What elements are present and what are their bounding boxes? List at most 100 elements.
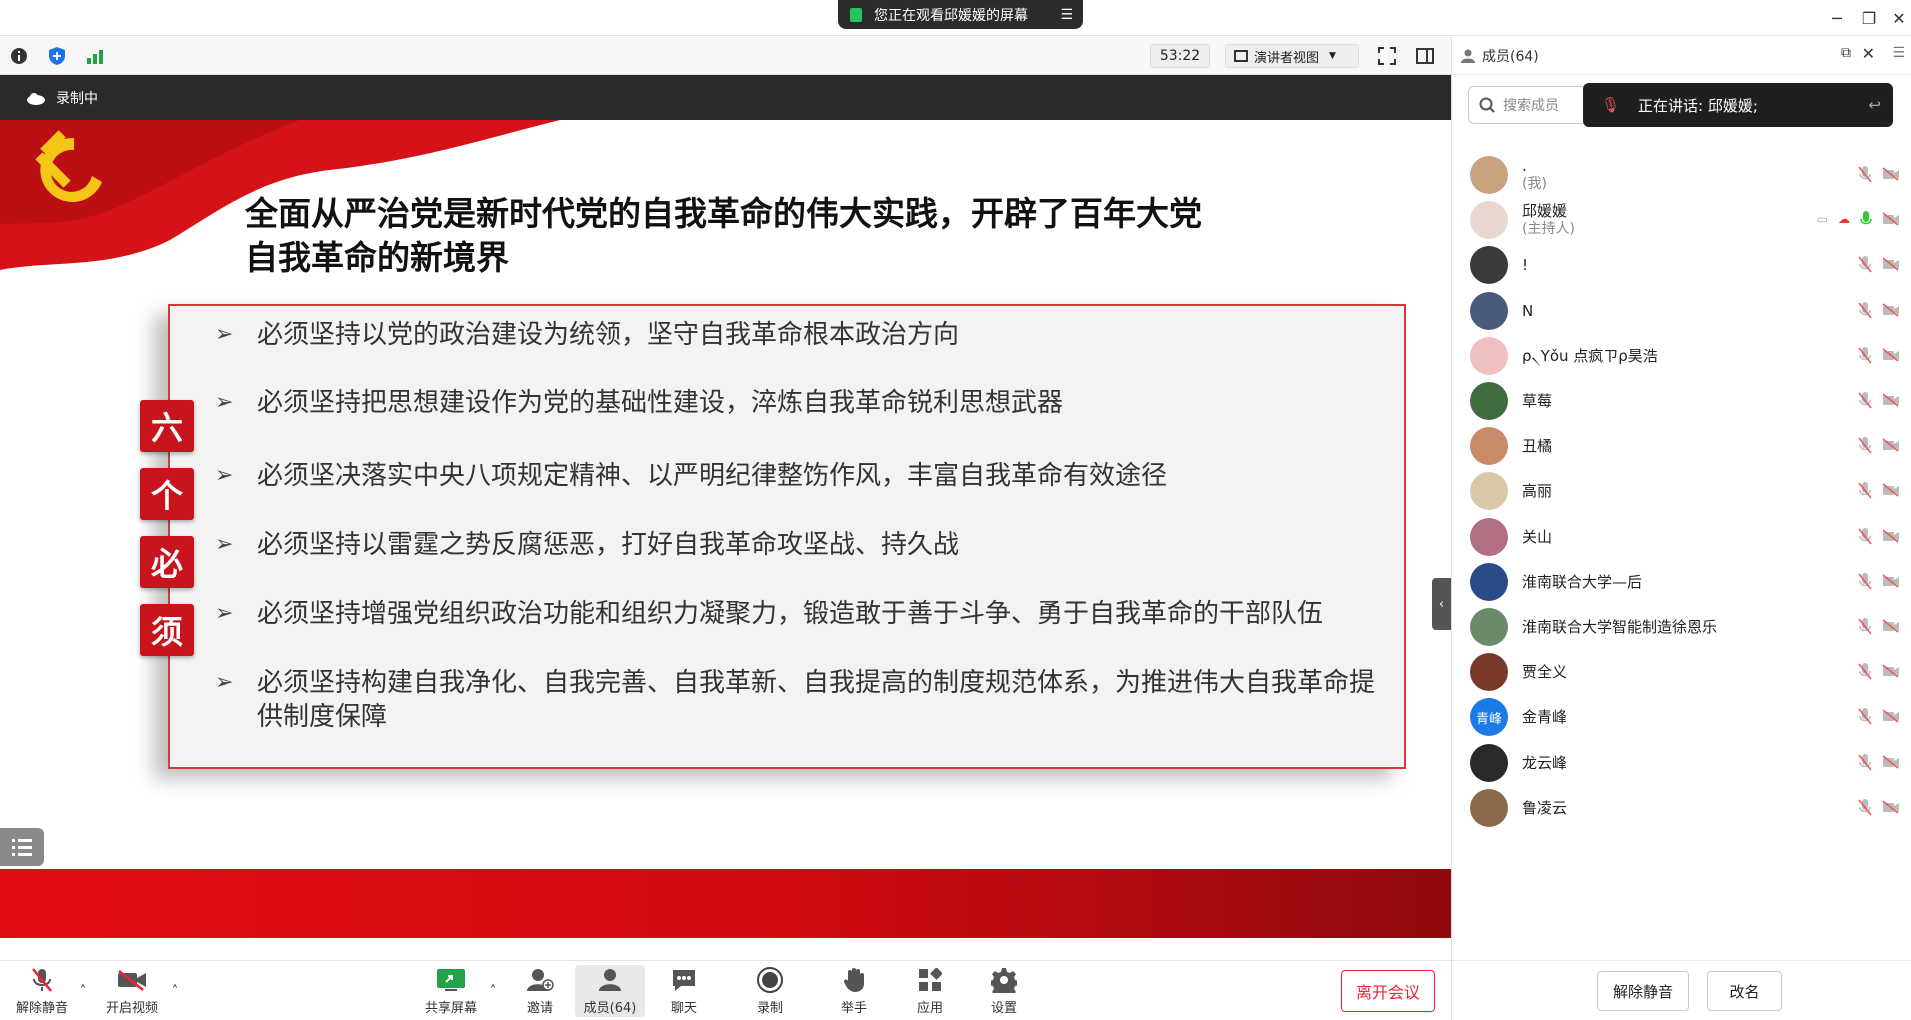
minimize-icon[interactable]: ─	[1825, 6, 1849, 30]
presentation-slide: 全面从严治党是新时代党的自我革命的伟大实践，开辟了百年大党 自我革命的新境界 六…	[0, 120, 1451, 965]
chat-button[interactable]: 聊天	[660, 965, 708, 1017]
mic-muted-icon[interactable]	[1858, 662, 1872, 680]
title-bar: 您正在观看邱媛媛的屏幕 ☰ ─ ❐ ✕	[0, 0, 1911, 36]
camera-off-icon[interactable]	[1882, 348, 1900, 362]
camera-off-icon[interactable]	[1882, 574, 1900, 588]
member-name: ρ৲Yǒu 点疯ㄗρ昊浩	[1522, 346, 1658, 365]
panel-menu-icon[interactable]: ☰	[1892, 45, 1905, 61]
camera-off-icon[interactable]	[1882, 800, 1900, 814]
member-status-icons	[1858, 436, 1900, 454]
share-screen-button[interactable]: 共享屏幕	[420, 965, 482, 1017]
mic-muted-icon[interactable]	[1858, 707, 1872, 725]
camera-off-icon[interactable]	[1882, 709, 1900, 723]
close-icon[interactable]: ✕	[1887, 6, 1911, 30]
mic-muted-icon[interactable]	[1858, 391, 1872, 409]
avatar	[1470, 291, 1508, 330]
member-row[interactable]: !	[1470, 241, 1900, 289]
member-row[interactable]: N	[1470, 287, 1900, 335]
camera-off-icon[interactable]	[1882, 303, 1900, 317]
bullet-text: 必须坚持以党的政治建设为统领，坚守自我革命根本政治方向	[257, 320, 960, 350]
mic-muted-icon[interactable]	[1858, 436, 1872, 454]
mic-muted-icon[interactable]	[1858, 798, 1872, 816]
mic-muted-icon[interactable]	[1858, 572, 1872, 590]
fullscreen-icon[interactable]	[1376, 45, 1398, 67]
member-row[interactable]: 丑橘	[1470, 422, 1900, 470]
camera-off-icon[interactable]	[1882, 529, 1900, 543]
badge-char-2: 个	[140, 468, 194, 520]
leave-meeting-button[interactable]: 离开会议	[1341, 970, 1435, 1012]
rename-button[interactable]: 改名	[1707, 971, 1782, 1011]
members-button[interactable]: 成员(64)	[575, 965, 645, 1017]
unmute-all-button[interactable]: 解除静音	[1597, 971, 1689, 1011]
invite-button[interactable]: 邀请	[516, 965, 564, 1017]
settings-button[interactable]: 设置	[980, 965, 1028, 1017]
camera-off-icon[interactable]	[1882, 257, 1900, 271]
chevron-up-icon: ˄	[171, 983, 179, 999]
mic-muted-icon[interactable]	[1858, 346, 1872, 364]
mic-muted-icon[interactable]	[1858, 617, 1872, 635]
sidebar-toggle-icon[interactable]	[1414, 45, 1436, 67]
member-row[interactable]: 淮南联合大学—后	[1470, 558, 1900, 606]
camera-off-icon[interactable]	[1882, 167, 1900, 181]
mic-muted-icon[interactable]	[1858, 481, 1872, 499]
security-shield-icon[interactable]	[46, 45, 68, 67]
cloud-record-icon: ☁	[1838, 212, 1850, 227]
mic-muted-icon[interactable]	[1858, 527, 1872, 545]
restore-icon[interactable]: ❐	[1857, 6, 1881, 30]
member-row[interactable]: . (我)	[1470, 151, 1900, 199]
share-options-chevron[interactable]: ˄	[484, 965, 502, 1017]
members-panel-footer: 解除静音 改名	[1452, 960, 1911, 1020]
share-menu-icon[interactable]: ☰	[1060, 7, 1073, 23]
view-mode-select[interactable]: 演讲者视图 ▼	[1225, 44, 1359, 68]
mic-muted-icon[interactable]	[1858, 165, 1872, 183]
camera-off-icon[interactable]	[1882, 483, 1900, 497]
video-options-chevron[interactable]: ˄	[166, 965, 184, 1017]
member-row[interactable]: 高丽	[1470, 467, 1900, 515]
mic-muted-icon[interactable]	[1858, 301, 1872, 319]
member-row[interactable]: 关山	[1470, 513, 1900, 561]
speaking-dismiss-icon[interactable]: ↩	[1868, 96, 1881, 114]
camera-off-icon[interactable]	[1882, 664, 1900, 678]
camera-off-icon[interactable]	[1882, 438, 1900, 452]
member-row[interactable]: ρ৲Yǒu 点疯ㄗρ昊浩	[1470, 332, 1900, 380]
audio-options-chevron[interactable]: ˄	[74, 965, 92, 1017]
member-name: 关山	[1522, 527, 1553, 546]
bullet-text: 必须坚持以雷霆之势反腐惩恶，打好自我革命攻坚战、持久战	[257, 530, 960, 560]
camera-off-icon[interactable]	[1882, 393, 1900, 407]
camera-off-icon[interactable]	[1882, 619, 1900, 633]
member-name-block: 高丽	[1522, 482, 1552, 500]
info-icon[interactable]	[8, 45, 30, 67]
mic-muted-icon[interactable]	[1858, 753, 1872, 771]
screen-share-notice[interactable]: 您正在观看邱媛媛的屏幕 ☰	[838, 0, 1083, 29]
mic-active-icon[interactable]	[1860, 210, 1872, 228]
collapse-panel-button[interactable]: ‹	[1432, 578, 1451, 630]
invite-label: 邀请	[526, 1000, 553, 1016]
member-row[interactable]: 龙云峰	[1470, 739, 1900, 787]
close-panel-icon[interactable]: ✕	[1862, 44, 1875, 63]
mic-muted-icon[interactable]	[1858, 255, 1872, 273]
chevron-up-icon: ˄	[79, 983, 87, 999]
member-status-icons	[1858, 391, 1900, 409]
popout-icon[interactable]: ⧉	[1841, 45, 1851, 61]
apps-button[interactable]: 应用	[906, 965, 954, 1017]
member-row[interactable]: 邱媛媛 (主持人) ▭ ☁	[1470, 196, 1900, 244]
avatar	[1470, 336, 1508, 375]
camera-off-icon[interactable]	[1882, 212, 1900, 226]
start-video-button[interactable]: 开启视频	[100, 965, 164, 1017]
member-row[interactable]: 鲁凌云	[1470, 784, 1900, 832]
slide-list-button[interactable]	[0, 828, 44, 866]
member-row[interactable]: 草莓	[1470, 377, 1900, 425]
record-button[interactable]: 录制	[746, 965, 794, 1017]
share-notice-text: 您正在观看邱媛媛的屏幕	[874, 7, 1028, 24]
member-row[interactable]: 青峰 金青峰	[1470, 693, 1900, 741]
member-name: 淮南联合大学智能制造徐恩乐	[1522, 618, 1718, 636]
raise-hand-button[interactable]: 举手	[830, 965, 878, 1017]
avatar	[1470, 427, 1508, 466]
member-row[interactable]: 贾全义	[1470, 648, 1900, 696]
signal-strength-icon[interactable]	[84, 45, 106, 67]
member-name-block: 丑橘	[1522, 437, 1552, 455]
camera-off-icon[interactable]	[1882, 755, 1900, 769]
member-row[interactable]: 淮南联合大学智能制造徐恩乐	[1470, 603, 1900, 651]
member-name-block: . (我)	[1522, 157, 1547, 193]
unmute-button[interactable]: 解除静音	[14, 965, 70, 1017]
